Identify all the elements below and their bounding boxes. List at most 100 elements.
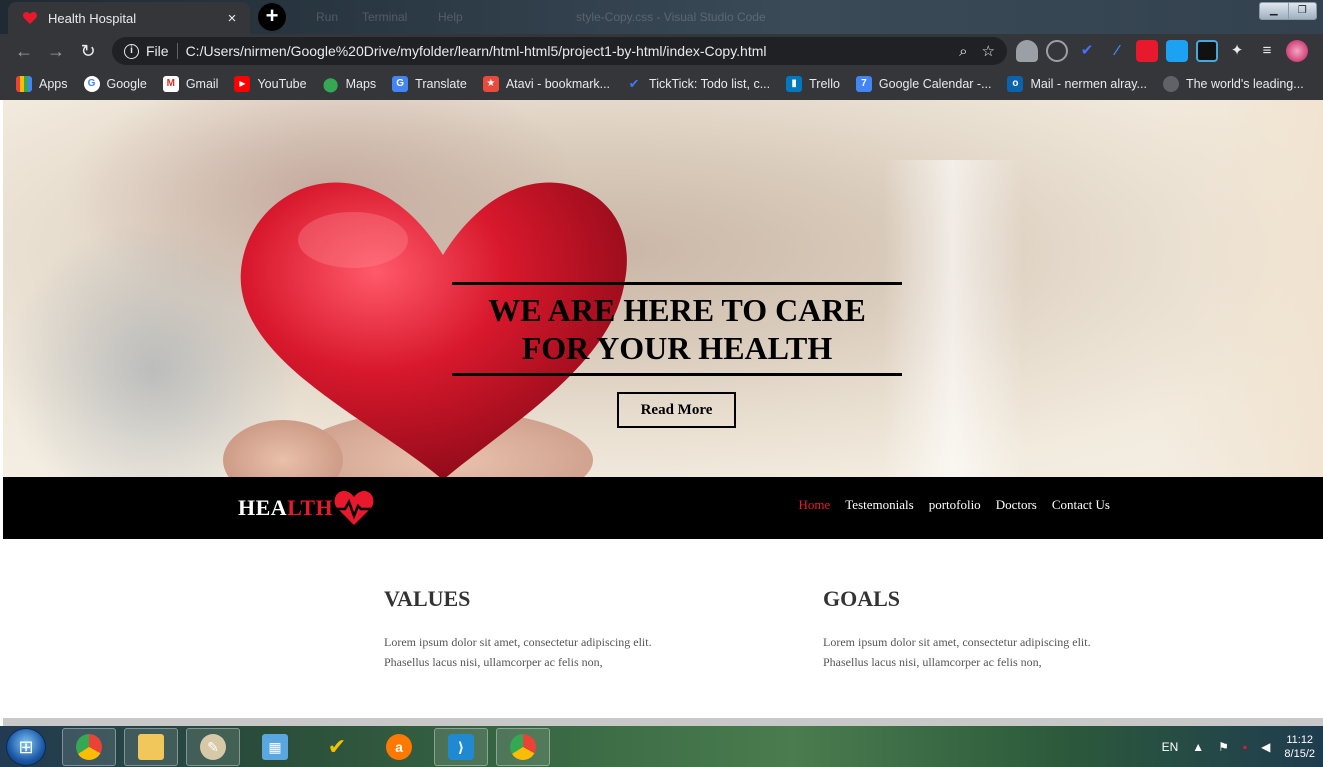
values-title: VALUES (384, 586, 471, 611)
nav-link-home[interactable]: Home (798, 497, 830, 513)
taskbar-ticktick[interactable]: ✔ (310, 728, 364, 766)
restore-icon[interactable]: ❐ (1289, 3, 1317, 19)
bookmark-github[interactable]: The world's leading... (1162, 76, 1304, 92)
values-section: VALUES Lorem ipsum dolor sit amet, conse… (384, 586, 714, 672)
network-icon[interactable]: ▪ (1243, 740, 1247, 754)
bookmark-google-calendar[interactable]: 7 Google Calendar -... (855, 76, 991, 92)
bookmarks-bar: Apps G Google M Gmail ▶ YouTube ⬤ Maps G… (0, 68, 1323, 100)
extensions-row: ✔ ⁄ ✦ ≡ (1016, 40, 1308, 62)
goals-text-line-2: Phasellus lacus nisi, ullamcorper ac fel… (823, 655, 1042, 669)
taskbar-chrome-profile[interactable] (496, 728, 550, 766)
system-tray: EN ▲ ⚑ ▪ ◀ 11:12 8/15/2 (1162, 726, 1315, 767)
trello-icon: ▮ (786, 76, 803, 92)
camera-extension-icon[interactable] (1196, 40, 1218, 62)
values-text-line-1: Lorem ipsum dolor sit amet, consectetur … (384, 635, 652, 649)
bookmark-gmail[interactable]: M Gmail (162, 76, 218, 92)
goals-title: GOALS (823, 586, 901, 611)
translate-icon: G (392, 76, 409, 92)
translate-extension-icon[interactable] (1166, 40, 1188, 62)
window-controls: ▁ ❐ (1259, 2, 1317, 20)
minimize-icon[interactable]: ▁ (1260, 3, 1289, 19)
browser-tab-strip: Health Hospital × + Run Terminal Help st… (0, 0, 1323, 34)
bookmark-translate[interactable]: G Translate (392, 76, 467, 92)
profile-avatar[interactable] (1286, 40, 1308, 62)
hero-title-line-2: FOR YOUR HEALTH (521, 330, 833, 366)
horizontal-scrollbar[interactable] (3, 718, 1323, 726)
volume-icon[interactable]: ◀ (1261, 740, 1270, 754)
language-indicator[interactable]: EN (1162, 740, 1179, 754)
hero-banner: WE ARE HERE TO CARE FOR YOUR HEALTH Read… (3, 100, 1323, 477)
background-window-text: Terminal (362, 10, 408, 24)
back-arrow-icon[interactable]: ← (8, 35, 40, 67)
pen-extension-icon[interactable]: ⁄ (1106, 40, 1128, 62)
show-hidden-icons-icon[interactable]: ▲ (1192, 740, 1204, 754)
clock[interactable]: 11:12 8/15/2 (1284, 733, 1315, 761)
puzzle-extensions-icon[interactable]: ✦ (1226, 40, 1248, 62)
google-icon: G (83, 76, 100, 92)
forward-arrow-icon[interactable]: → (40, 35, 72, 67)
logo-text-red: LTH (287, 495, 334, 520)
tab-title: Health Hospital (48, 10, 137, 26)
address-bar[interactable]: i File C:/Users/nirmen/Google%20Drive/my… (112, 37, 1007, 65)
browser-toolbar: ← → ↻ i File C:/Users/nirmen/Google%20Dr… (0, 34, 1323, 68)
bookmark-google[interactable]: G Google (83, 76, 147, 92)
hero-heading-box: WE ARE HERE TO CARE FOR YOUR HEALTH (452, 282, 902, 376)
bookmark-star-icon[interactable]: ☆ (982, 42, 995, 60)
nav-link-doctors[interactable]: Doctors (996, 497, 1037, 513)
site-info-icon[interactable]: i (124, 43, 139, 59)
ticktick-icon: ✔ (327, 734, 347, 759)
reload-icon[interactable]: ↻ (72, 35, 104, 67)
browser-tab[interactable]: Health Hospital × (8, 2, 250, 34)
taskbar-file-explorer[interactable] (124, 728, 178, 766)
bookmark-outlook-mail[interactable]: o Mail - nermen alray... (1007, 76, 1147, 92)
gmail-icon: M (162, 76, 179, 92)
chrome-icon (76, 734, 102, 760)
action-center-flag-icon[interactable]: ⚑ (1218, 740, 1229, 754)
shield-extension-icon[interactable] (1016, 40, 1038, 62)
start-button[interactable]: ⊞ (6, 728, 46, 766)
nav-link-portofolio[interactable]: portofolio (929, 497, 981, 513)
taskbar-paint[interactable]: ✎ (186, 728, 240, 766)
new-tab-button[interactable]: + (258, 3, 286, 31)
ticktick-extension-icon[interactable]: ✔ (1076, 40, 1098, 62)
todoist-extension-icon[interactable] (1136, 40, 1158, 62)
maps-icon: ⬤ (322, 76, 339, 92)
bookmark-atavi[interactable]: ★ Atavi - bookmark... (482, 76, 610, 92)
nav-link-testemonials[interactable]: Testemonials (845, 497, 913, 513)
url-text[interactable]: C:/Users/nirmen/Google%20Drive/myfolder/… (186, 43, 946, 59)
taskbar-chrome[interactable] (62, 728, 116, 766)
calendar-icon: 7 (855, 76, 872, 92)
scheme-label: File (146, 43, 169, 59)
atavi-icon: ★ (482, 76, 499, 92)
read-more-button[interactable]: Read More (617, 392, 736, 428)
avast-icon: a (386, 734, 412, 760)
vscode-icon: ⟩ (448, 734, 474, 760)
hero-background-blur (1153, 100, 1323, 477)
chrome-profile-icon (510, 734, 536, 760)
bookmark-maps[interactable]: ⬤ Maps (322, 76, 376, 92)
windows-logo-icon: ⊞ (18, 737, 34, 757)
outlook-icon: o (1007, 76, 1024, 92)
background-window-text: style-Copy.css - Visual Studio Code (576, 10, 766, 24)
close-tab-icon[interactable]: × (224, 10, 240, 27)
taskbar-avast[interactable]: a (372, 728, 426, 766)
hero-title-line-1: WE ARE HERE TO CARE (488, 292, 866, 328)
file-explorer-icon (138, 734, 164, 760)
windows-taskbar: ⊞ ✎ ▦ ✔ a ⟩ EN ▲ ⚑ ▪ ◀ 11:12 8/15/2 (0, 726, 1323, 767)
taskbar-control-panel[interactable]: ▦ (248, 728, 302, 766)
site-logo[interactable]: HEA LTH (238, 489, 375, 527)
pocket-extension-icon[interactable] (1046, 40, 1068, 62)
zoom-icon[interactable]: ⌕ (959, 43, 967, 60)
bookmark-apps[interactable]: Apps (16, 76, 68, 92)
values-text-line-2: Phasellus lacus nisi, ullamcorper ac fel… (384, 655, 603, 669)
media-control-icon[interactable]: ≡ (1256, 40, 1278, 62)
bookmark-youtube[interactable]: ▶ YouTube (234, 76, 307, 92)
taskbar-vscode[interactable]: ⟩ (434, 728, 488, 766)
divider (176, 43, 178, 59)
logo-text-white: HEA (238, 495, 288, 520)
bookmark-trello[interactable]: ▮ Trello (786, 76, 840, 92)
bookmark-ticktick[interactable]: ✔ TickTick: Todo list, c... (626, 76, 771, 92)
nav-link-contact-us[interactable]: Contact Us (1052, 497, 1110, 513)
clock-date: 8/15/2 (1284, 747, 1315, 760)
ticktick-icon: ✔ (628, 76, 640, 91)
